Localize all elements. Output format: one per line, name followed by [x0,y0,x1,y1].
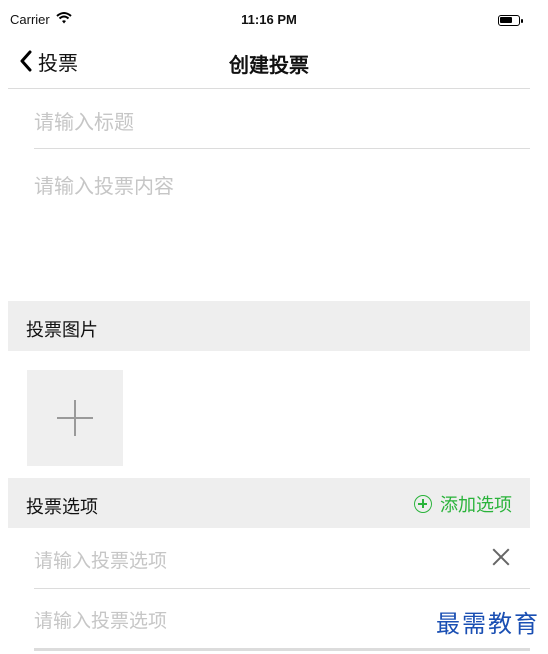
add-circle-icon [414,495,432,513]
add-image-button[interactable] [27,370,123,466]
watermark: 最需教育 [430,604,540,639]
add-option-button[interactable]: 添加选项 [414,491,512,517]
options-section-header: 投票选项 添加选项 [8,478,530,528]
add-option-label: 添加选项 [440,495,512,516]
option-input[interactable]: 请输入投票选项 [34,546,167,573]
page-title: 创建投票 [229,53,309,77]
content-textarea[interactable]: 请输入投票内容 [34,170,530,270]
option-row: 请输入投票选项 [34,528,530,589]
status-bar: Carrier 11:16 PM [8,8,530,34]
battery-icon [498,15,523,26]
title-input[interactable]: 请输入标题 [34,106,530,149]
option-input[interactable]: 请输入投票选项 [34,606,167,633]
delete-option-icon[interactable] [490,546,512,568]
screen: Carrier 11:16 PM 投票 创建投票 请输入标题 请输入投票内容 投… [8,0,530,654]
status-time: 11:16 PM [241,12,297,27]
options-section-label: 投票选项 [26,497,98,518]
image-section-label: 投票图片 [26,320,98,341]
image-section-header: 投票图片 [8,301,530,351]
navigation-bar: 投票 创建投票 [8,34,530,89]
